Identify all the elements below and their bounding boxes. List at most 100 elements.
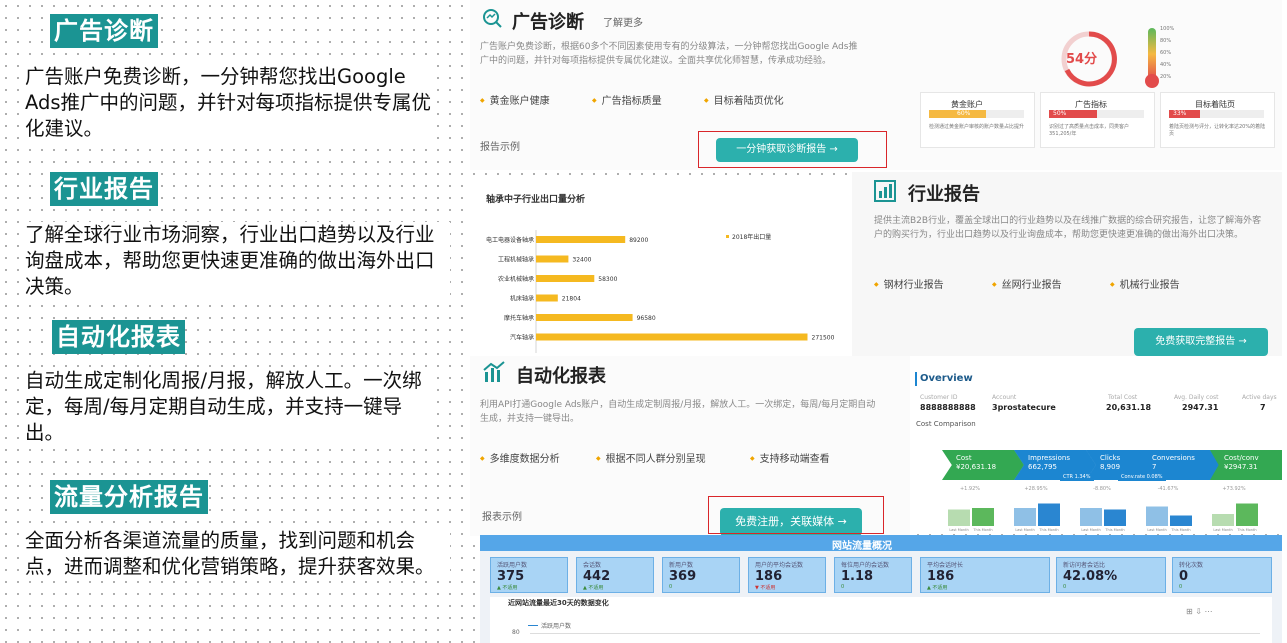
section-desc-auto-report: 自动生成定制化周报/月报，解放人工。一次绑定，每周/每月定期自动生成，并支持一键… [25, 368, 435, 446]
industry-bar-chart: 电工电器设备轴承 89200 工程机械轴承 32400 农业机械轴承 58300 机床轴承 2… [486, 230, 835, 353]
chart-category-label: 汽车轴承 [510, 334, 534, 342]
thermometer [1148, 28, 1156, 80]
section-desc-diagnosis: 广告账户免费诊断，一分钟帮您找出Google Ads推广中的问题，并针对每项指标… [25, 64, 435, 142]
auto-report-bullet: 根据不同人群分别呈现 [596, 450, 706, 465]
metric-card-name: 目标着陆页 [1195, 100, 1235, 109]
section-title-auto-report: 自动化报表 [52, 320, 185, 354]
legend-label: 活跃用户数 [541, 623, 572, 630]
industry-panel: 行业报告 提供主流B2B行业，覆盖全球出口的行业趋势以及在线推广数据的综合研究报… [852, 172, 1282, 356]
get-industry-report-button[interactable]: 免费获取完整报告 → [1134, 328, 1268, 356]
traffic-tile: 每位用户的会话数 1.18 0 [834, 557, 912, 593]
diagnosis-bullet: 黄金账户健康 [480, 92, 550, 107]
funnel-step-value: 662,795 [1028, 463, 1057, 471]
thermometer-bulb [1145, 74, 1159, 88]
cost-comparison-label: Cost Comparison [916, 420, 976, 428]
diagnosis-icon [482, 8, 502, 28]
comparison-axis-label: Last Month [949, 528, 968, 532]
tile-sub: 0 [1063, 584, 1067, 590]
overview-col-label: Account [992, 394, 1017, 401]
tile-sub: ▲ 不适用 [497, 585, 518, 591]
tile-value: 375 [497, 569, 525, 584]
metric-card: 广告指标 50% 识别过了高质量点击成本，同类客户351,205/年 [1040, 92, 1155, 148]
traffic-tile: 平均会话时长 186 ▲ 不适用 [920, 557, 1050, 593]
comparison-bar [1170, 515, 1192, 526]
diagnosis-learn-more[interactable]: 了解更多 [603, 14, 643, 29]
chart-bar [536, 275, 595, 282]
auto-report-bullet: 支持移动端查看 [750, 450, 830, 465]
industry-title: 行业报告 [908, 184, 980, 205]
funnel-step: Cost/conv ¥2947.31 [1210, 450, 1282, 480]
comparison-axis-label: This Month [1170, 528, 1190, 532]
funnel-step-value: ¥2947.31 [1224, 463, 1258, 471]
comparison-axis-label: This Month [1236, 528, 1256, 532]
diagnosis-bullet: 目标着陆页优化 [704, 92, 784, 107]
traffic-chart-tools-icon[interactable]: ⊞ ⇩ ⋯ [1186, 607, 1213, 616]
diagnosis-bullet: 广告指标质量 [592, 92, 662, 107]
tile-value: 369 [669, 569, 697, 584]
overview-col-label: Active days [1242, 394, 1277, 401]
overview-col-label: Total Cost [1108, 394, 1138, 401]
section-title-diagnosis: 广告诊断 [50, 14, 158, 48]
traffic-tile: 用户的平均会话数 186 ▼ 不适用 [748, 557, 826, 593]
traffic-chart-title: 近网站流量最近30天的数据变化 [508, 599, 609, 607]
chart-category-label: 摩托车轴承 [504, 314, 534, 322]
metric-card-text: 检测通过黄金账户审核的账户数量占比提升 [929, 124, 1025, 130]
comparison-change-label: +28.95% [1024, 486, 1048, 492]
score-value: 54分 [1066, 52, 1098, 67]
auto-report-example-link[interactable]: 报表示例 [482, 508, 522, 523]
traffic-tile: 转化次数 0 0 [1172, 557, 1272, 593]
auto-report-panel: 自动化报表 利用API打通Google Ads账户，自动生成定制周报/月报，解放… [470, 356, 910, 536]
metric-card-name: 广告指标 [1075, 100, 1107, 109]
tile-value: 186 [755, 569, 783, 584]
comparison-change-label: +1.92% [960, 486, 980, 492]
chart-value-label: 58300 [598, 276, 617, 283]
funnel-step-name: Cost/conv [1224, 454, 1259, 462]
chart-value-label: 89200 [629, 237, 648, 244]
funnel-step-value: 7 [1152, 463, 1157, 471]
chart-bar [536, 255, 569, 263]
tile-sub: ▲ 不适用 [927, 585, 948, 591]
comparison-axis-label: Last Month [1213, 528, 1232, 532]
tile-value: 186 [927, 569, 955, 584]
comparison-bar [1146, 506, 1168, 526]
chart-value-label: 96580 [637, 315, 656, 322]
conv-rate-badge: Conv.rate 0.08% [1118, 473, 1166, 481]
diagnosis-desc: 广告账户免费诊断，根据60多个不同因素使用专有的分级算法，一分钟帮您找出Goog… [480, 42, 858, 66]
overview-col-value: 20,631.18 [1106, 403, 1152, 412]
auto-report-bullet: 多维度数据分析 [480, 450, 560, 465]
comparison-change-label: -8.80% [1093, 486, 1111, 492]
tile-value: 0 [1179, 569, 1189, 584]
diagnosis-title: 广告诊断 [512, 12, 584, 33]
tile-label: 每位用户的会话数 [841, 562, 890, 569]
traffic-axis-value: 80 [512, 629, 520, 636]
tile-label: 新用户数 [669, 562, 694, 569]
tile-sub: 0 [1179, 584, 1183, 590]
chart-category-label: 农业机械轴承 [498, 275, 534, 283]
traffic-title: 网站流量概况 [832, 541, 892, 552]
overview-col-label: Customer ID [920, 394, 958, 401]
industry-chart-panel: 轴承中子行业出口量分析 2018年出口量 电工电器设备轴承 89200 工程机械轴承… [470, 180, 848, 355]
chart-category-label: 电工电器设备轴承 [486, 236, 534, 244]
diagnosis-example-link[interactable]: 报告示例 [480, 138, 520, 153]
comparison-change-label: +73.92% [1222, 486, 1246, 492]
funnel-step-name: Conversions [1152, 454, 1195, 462]
traffic-tile: 新用户数 369 0 [662, 557, 740, 593]
cost-comparison-bars: +1.92% Last Month This Month +28.95% Last Mo… [948, 486, 1258, 532]
diagnosis-panel: 广告诊断 了解更多 广告账户免费诊断，根据60多个不同因素使用专有的分级算法，一… [470, 0, 1282, 170]
traffic-panel: 网站流量概况 活跃用户数 375 ▲ 不适用 会话数 442 ▲ 不适用 新用户… [480, 535, 1282, 643]
funnel-step: Cost ¥20,631.18 [942, 450, 1024, 480]
tile-label: 平均会话时长 [927, 562, 964, 569]
comparison-axis-label: This Month [1038, 528, 1058, 532]
comparison-bar [1236, 503, 1258, 526]
industry-icon [874, 180, 896, 202]
funnel-step-value: ¥20,631.18 [956, 463, 997, 471]
industry-bullet: 机械行业报告 [1110, 276, 1180, 291]
comparison-bar [1038, 503, 1060, 526]
gauge-label: 80% [1160, 38, 1172, 44]
overview-title: Overview [920, 373, 973, 384]
legend-line [528, 625, 538, 626]
gauge-label: 100% [1160, 26, 1175, 32]
highlight-box [708, 496, 884, 534]
comparison-axis-label: This Month [972, 528, 992, 532]
section-desc-industry: 了解全球行业市场洞察，行业出口趋势以及行业询盘成本，帮助您更快速更准确的做出海外… [25, 222, 450, 300]
